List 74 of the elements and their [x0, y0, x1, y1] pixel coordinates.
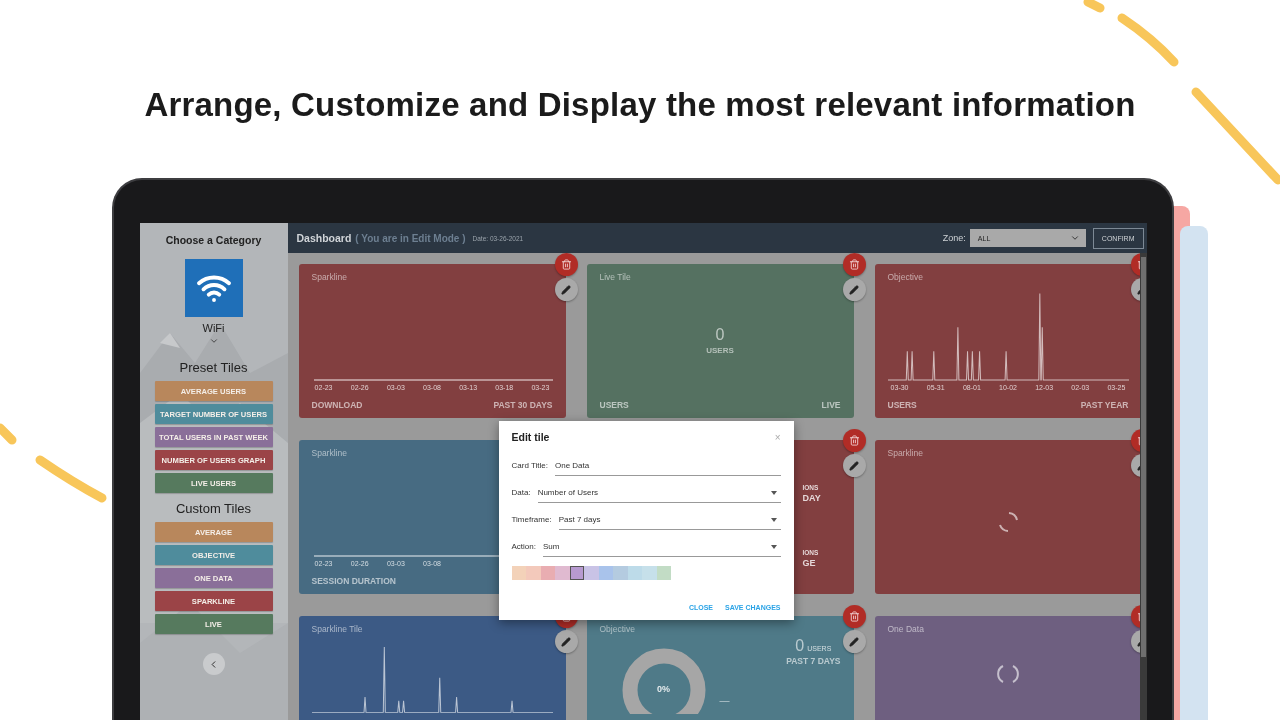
select-field[interactable]: Number of Users	[537, 488, 781, 503]
percent-label: 0%	[656, 684, 671, 694]
period-label: PAST 7 DAYS	[786, 656, 841, 666]
edit-button[interactable]	[842, 454, 866, 477]
tile-period-label: LIVE	[821, 400, 841, 410]
select-field[interactable]: Sum	[542, 542, 781, 557]
caret-icon	[770, 544, 777, 549]
tile-title: Sparkline Tile	[311, 624, 364, 634]
color-swatch[interactable]	[613, 566, 628, 580]
input-field[interactable]: One Data	[554, 461, 781, 476]
loading-spinner-icon	[996, 510, 1020, 534]
edit-button[interactable]	[554, 278, 578, 301]
chevron-down-icon[interactable]	[208, 336, 219, 346]
tile-text: GE	[802, 558, 817, 568]
sidebar-title: Choose a Category	[165, 234, 262, 246]
delete-button[interactable]	[842, 253, 866, 276]
field-label: Action:	[511, 542, 536, 553]
color-swatch[interactable]	[526, 566, 541, 580]
dash-text: —	[719, 695, 730, 706]
tile-title: Live Tile	[599, 272, 632, 282]
tile-metric-label: DOWNLOAD	[311, 400, 363, 410]
caret-icon	[770, 490, 777, 495]
dashboard-title: Dashboard	[296, 232, 352, 244]
field-label: Data:	[511, 488, 531, 499]
live-count: 0	[715, 327, 725, 343]
delete-button[interactable]	[554, 253, 578, 276]
tile-title: Sparkline	[311, 448, 348, 458]
trash-icon	[848, 435, 860, 446]
category-tile[interactable]	[184, 259, 243, 317]
section-heading: Custom Tiles	[175, 501, 252, 516]
pencil-icon	[561, 284, 571, 295]
tile-metric-label: SESSION DURATION	[311, 576, 396, 586]
pencil-icon	[849, 284, 859, 295]
close-button[interactable]: ×	[774, 431, 781, 443]
headline: Arrange, Customize and Display the most relevant information	[144, 86, 1136, 124]
zone-label: Zone:	[942, 233, 966, 243]
count-unit: USERS	[706, 346, 734, 355]
user-count: 0	[795, 638, 805, 654]
color-swatch[interactable]	[511, 566, 526, 580]
category-label: WiFi	[202, 322, 225, 334]
pencil-icon	[849, 460, 859, 471]
pencil-icon	[561, 636, 571, 647]
tile-title: One Data	[887, 624, 925, 634]
tile-period-label: PAST 30 DAYS	[493, 400, 553, 410]
scrollbar[interactable]	[1139, 253, 1147, 720]
field-label: Timeframe:	[511, 515, 552, 526]
tile-metric-label: USERS	[887, 400, 917, 410]
tile-title: Sparkline	[887, 448, 924, 458]
tile-metric-label: USERS	[599, 400, 629, 410]
tile-title: Objective	[599, 624, 636, 634]
trash-icon	[560, 259, 572, 270]
loading-spinner-icon	[996, 662, 1020, 686]
tile-title: Objective	[887, 272, 924, 282]
tile-text: DAY	[802, 493, 822, 503]
pencil-icon	[849, 636, 859, 647]
edit-button[interactable]	[842, 278, 866, 301]
tile-period-label: PAST YEAR	[1080, 400, 1129, 410]
select-field[interactable]: Past 7 days	[558, 515, 781, 530]
color-swatch[interactable]	[642, 566, 657, 580]
color-swatch[interactable]	[584, 566, 599, 580]
delete-button[interactable]	[842, 429, 866, 452]
section-heading: Preset Tiles	[179, 360, 248, 375]
trash-icon	[848, 611, 860, 622]
color-swatch[interactable]	[555, 566, 570, 580]
edit-button[interactable]	[842, 630, 866, 653]
tile-title: Sparkline	[311, 272, 348, 282]
edit-button[interactable]	[554, 630, 578, 653]
edit-mode-note: ( You are in Edit Mode )	[355, 232, 466, 244]
caret-icon	[770, 517, 777, 522]
dialog-title: Edit tile	[511, 431, 550, 443]
chevron-down-icon	[1069, 233, 1080, 243]
delete-button[interactable]	[842, 605, 866, 628]
field-label: Card Title:	[511, 461, 548, 472]
trash-icon	[848, 259, 860, 270]
